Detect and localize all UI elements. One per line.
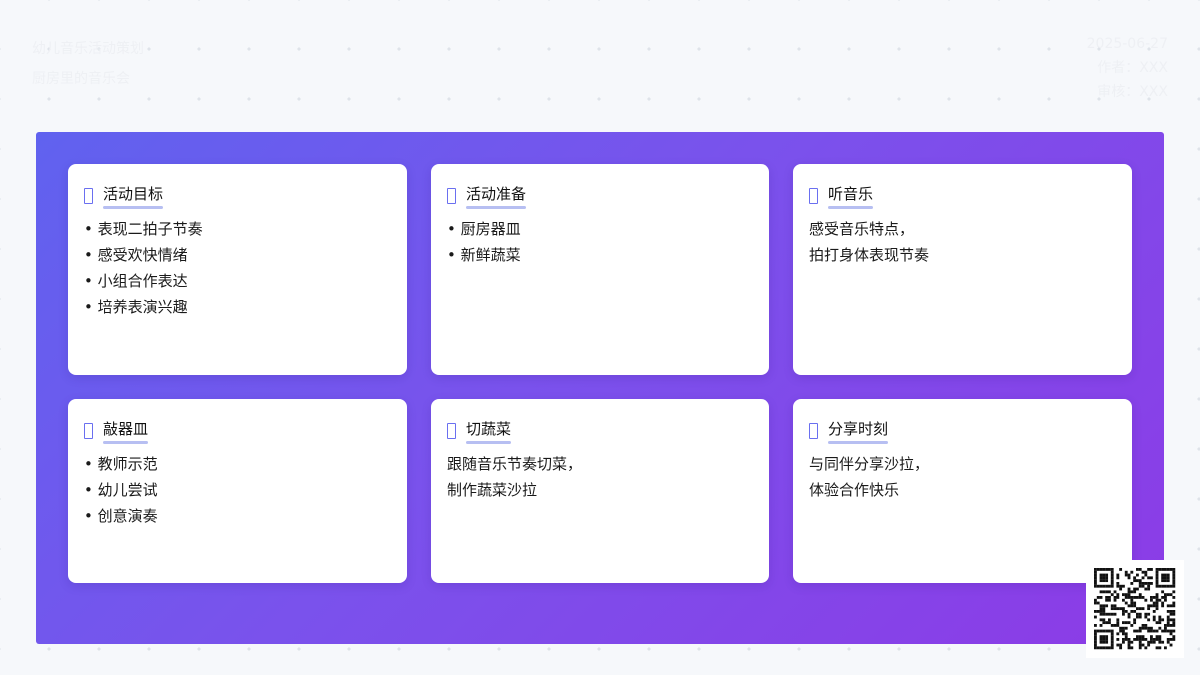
list-item: 创意演奏 — [84, 503, 158, 529]
card-title: 听音乐 — [828, 183, 874, 209]
card-listen-music: 听音乐 感受音乐特点， 拍打身体表现节奏 — [793, 164, 1132, 375]
text-line: 跟随音乐节奏切菜， — [447, 455, 583, 473]
page-title: 幼儿音乐活动策划 — [32, 41, 144, 57]
card-tap-utensils: 敲器皿 教师示范 幼儿尝试 创意演奏 — [68, 399, 407, 583]
square-outline-icon — [84, 187, 93, 204]
card-sharing-moment: 分享时刻 与同伴分享沙拉， 体验合作快乐 — [793, 399, 1132, 583]
card-header: 活动目标 — [84, 183, 164, 209]
card-header: 敲器皿 — [84, 418, 149, 444]
square-outline-icon — [809, 422, 818, 439]
card-title: 活动准备 — [466, 183, 527, 209]
text-line: 制作蔬菜沙拉 — [447, 481, 538, 499]
card-header: 分享时刻 — [809, 418, 889, 444]
square-outline-icon — [809, 187, 818, 204]
card-title: 切蔬菜 — [466, 418, 512, 444]
header-left: 幼儿音乐活动策划 厨房里的音乐会 — [32, 34, 144, 94]
square-outline-icon — [447, 422, 456, 439]
date-text: 2025-06-27 — [1086, 36, 1168, 52]
reviewer-text: 审核：XXX — [1097, 84, 1168, 100]
qr-code — [1086, 560, 1184, 658]
card-list: 厨房器皿 新鲜蔬菜 — [447, 216, 521, 268]
qr-code-graphic — [1094, 568, 1176, 650]
card-text: 与同伴分享沙拉， 体验合作快乐 — [809, 451, 929, 503]
list-item: 新鲜蔬菜 — [447, 242, 521, 268]
text-line: 感受音乐特点， — [809, 220, 915, 238]
author-text: 作者：XXX — [1097, 60, 1168, 76]
card-header: 活动准备 — [447, 183, 527, 209]
list-item: 小组合作表达 — [84, 268, 203, 294]
card-list: 教师示范 幼儿尝试 创意演奏 — [84, 451, 158, 529]
card-title: 分享时刻 — [828, 418, 889, 444]
square-outline-icon — [447, 187, 456, 204]
card-activity-goals: 活动目标 表现二拍子节奏 感受欢快情绪 小组合作表达 培养表演兴趣 — [68, 164, 407, 375]
card-text: 跟随音乐节奏切菜， 制作蔬菜沙拉 — [447, 451, 582, 503]
text-line: 拍打身体表现节奏 — [809, 246, 930, 264]
list-item: 表现二拍子节奏 — [84, 216, 203, 242]
card-cut-vegetables: 切蔬菜 跟随音乐节奏切菜， 制作蔬菜沙拉 — [431, 399, 769, 583]
card-title: 敲器皿 — [103, 418, 149, 444]
page-subtitle: 厨房里的音乐会 — [32, 71, 130, 87]
square-outline-icon — [84, 422, 93, 439]
card-text: 感受音乐特点， 拍打身体表现节奏 — [809, 216, 929, 268]
card-list: 表现二拍子节奏 感受欢快情绪 小组合作表达 培养表演兴趣 — [84, 216, 203, 320]
content-panel: 活动目标 表现二拍子节奏 感受欢快情绪 小组合作表达 培养表演兴趣 活动准备 厨… — [36, 132, 1164, 644]
list-item: 培养表演兴趣 — [84, 294, 203, 320]
card-header: 听音乐 — [809, 183, 874, 209]
list-item: 教师示范 — [84, 451, 158, 477]
card-title: 活动目标 — [103, 183, 164, 209]
card-activity-preparation: 活动准备 厨房器皿 新鲜蔬菜 — [431, 164, 769, 375]
list-item: 幼儿尝试 — [84, 477, 158, 503]
list-item: 感受欢快情绪 — [84, 242, 203, 268]
list-item: 厨房器皿 — [447, 216, 521, 242]
text-line: 体验合作快乐 — [809, 481, 900, 499]
header-meta: 2025-06-27 作者：XXX 审核：XXX — [1087, 32, 1168, 104]
card-header: 切蔬菜 — [447, 418, 512, 444]
text-line: 与同伴分享沙拉， — [809, 455, 930, 473]
